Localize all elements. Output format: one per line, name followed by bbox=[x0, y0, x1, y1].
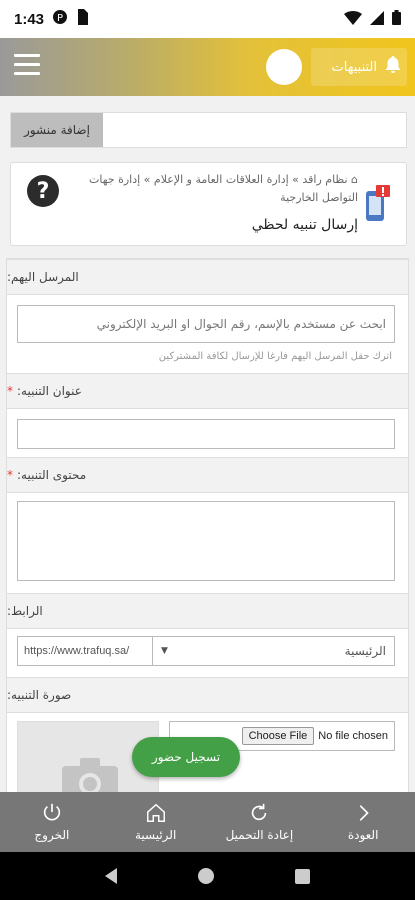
content-textarea[interactable] bbox=[17, 501, 395, 581]
url-input[interactable]: https://www.trafuq.sa/ bbox=[17, 636, 153, 666]
status-time: 1:43 bbox=[14, 10, 45, 28]
bell-icon bbox=[385, 56, 401, 78]
link-label: الرابط: bbox=[7, 593, 408, 629]
reload-icon bbox=[252, 803, 267, 821]
notification-form: المرسل اليهم: ابحث عن مستخدم بالإسم، رقم… bbox=[6, 258, 409, 792]
link-select-value: الرئيسية bbox=[344, 644, 386, 658]
add-post-bar: إضافة منشور bbox=[10, 112, 407, 148]
nav-back-label: العودة bbox=[347, 828, 379, 842]
camera-icon bbox=[62, 758, 118, 792]
link-select[interactable]: الرئيسية ▼ bbox=[153, 636, 395, 666]
title-input[interactable] bbox=[17, 419, 395, 449]
breadcrumb-card: ? ⌂ نظام راقد » إدارة العلاقات العامة و … bbox=[10, 162, 407, 246]
battery-icon bbox=[392, 10, 401, 29]
main-content: إضافة منشور ? ⌂ نظام راقد » إدارة العلاق… bbox=[0, 96, 415, 792]
notification-status-icon: P bbox=[52, 9, 68, 29]
breadcrumb: ⌂ نظام راقد » إدارة العلاقات العامة و ال… bbox=[58, 171, 358, 207]
image-label: صورة التنبيه: bbox=[7, 677, 408, 713]
wifi-icon bbox=[344, 10, 362, 29]
phone-notification-icon bbox=[364, 185, 392, 223]
link-row: https://www.trafuq.sa/ الرئيسية ▼ bbox=[17, 636, 395, 666]
image-label-text: صورة التنبيه: bbox=[7, 688, 72, 702]
recipients-label-text: المرسل اليهم: bbox=[7, 270, 79, 284]
nav-logout-label: الخروج bbox=[34, 828, 70, 842]
choose-file-button[interactable]: Choose File bbox=[241, 727, 315, 745]
breadcrumb-text: نظام راقد » إدارة العلاقات العامة و الإع… bbox=[89, 173, 358, 204]
no-file-label: No file chosen bbox=[318, 730, 388, 742]
bottom-nav: الخروج الرئيسية إعادة التحميل العودة bbox=[0, 792, 415, 852]
home-small-icon: ⌂ bbox=[347, 173, 358, 186]
notifications-button[interactable]: التنبيهات bbox=[311, 48, 407, 86]
recipients-search-input[interactable]: ابحث عن مستخدم بالإسم، رقم الجوال او الب… bbox=[17, 305, 395, 343]
check-in-button[interactable]: تسجيل حضور bbox=[132, 737, 240, 777]
content-label-text: محتوى التنبيه: bbox=[17, 468, 87, 482]
system-recents-icon[interactable] bbox=[295, 868, 311, 884]
notifications-label: التنبيهات bbox=[331, 59, 377, 75]
sim-card-icon bbox=[76, 9, 89, 29]
caret-down-icon: ▼ bbox=[161, 646, 168, 656]
page-title: إرسال تنبيه لحظي bbox=[251, 217, 358, 233]
title-label: عنوان التنبيه: * bbox=[7, 373, 408, 409]
chevron-right-icon bbox=[359, 805, 369, 821]
nav-back[interactable]: العودة bbox=[311, 792, 415, 852]
content-required-mark: * bbox=[7, 468, 13, 482]
title-required-mark: * bbox=[7, 384, 13, 398]
add-post-button[interactable]: إضافة منشور bbox=[11, 113, 103, 147]
link-label-text: الرابط: bbox=[7, 604, 43, 618]
app-header: التنبيهات bbox=[0, 38, 415, 96]
nav-home-label: الرئيسية bbox=[134, 828, 177, 842]
nav-reload[interactable]: إعادة التحميل bbox=[208, 792, 312, 852]
nav-logout[interactable]: الخروج bbox=[0, 792, 104, 852]
nav-home[interactable]: الرئيسية bbox=[104, 792, 208, 852]
home-icon bbox=[146, 803, 165, 822]
recipients-placeholder: ابحث عن مستخدم بالإسم، رقم الجوال او الب… bbox=[96, 317, 386, 331]
title-label-text: عنوان التنبيه: bbox=[17, 384, 82, 398]
status-bar: 1:43 P bbox=[0, 0, 415, 38]
recipients-label: المرسل اليهم: bbox=[7, 259, 408, 295]
svg-text:P: P bbox=[57, 13, 63, 24]
help-icon[interactable]: ? bbox=[27, 175, 59, 207]
signal-icon bbox=[370, 10, 384, 29]
system-back-icon[interactable] bbox=[104, 868, 117, 884]
power-icon bbox=[43, 803, 61, 821]
menu-icon[interactable] bbox=[14, 54, 40, 78]
avatar[interactable] bbox=[266, 49, 302, 85]
recipients-hint: اترك حقل المرسل اليهم فارغا للإرسال لكاف… bbox=[158, 351, 392, 362]
system-home-icon[interactable] bbox=[197, 868, 214, 884]
content-label: محتوى التنبيه: * bbox=[7, 457, 408, 493]
system-nav-bar bbox=[0, 852, 415, 900]
nav-reload-label: إعادة التحميل bbox=[225, 828, 294, 842]
